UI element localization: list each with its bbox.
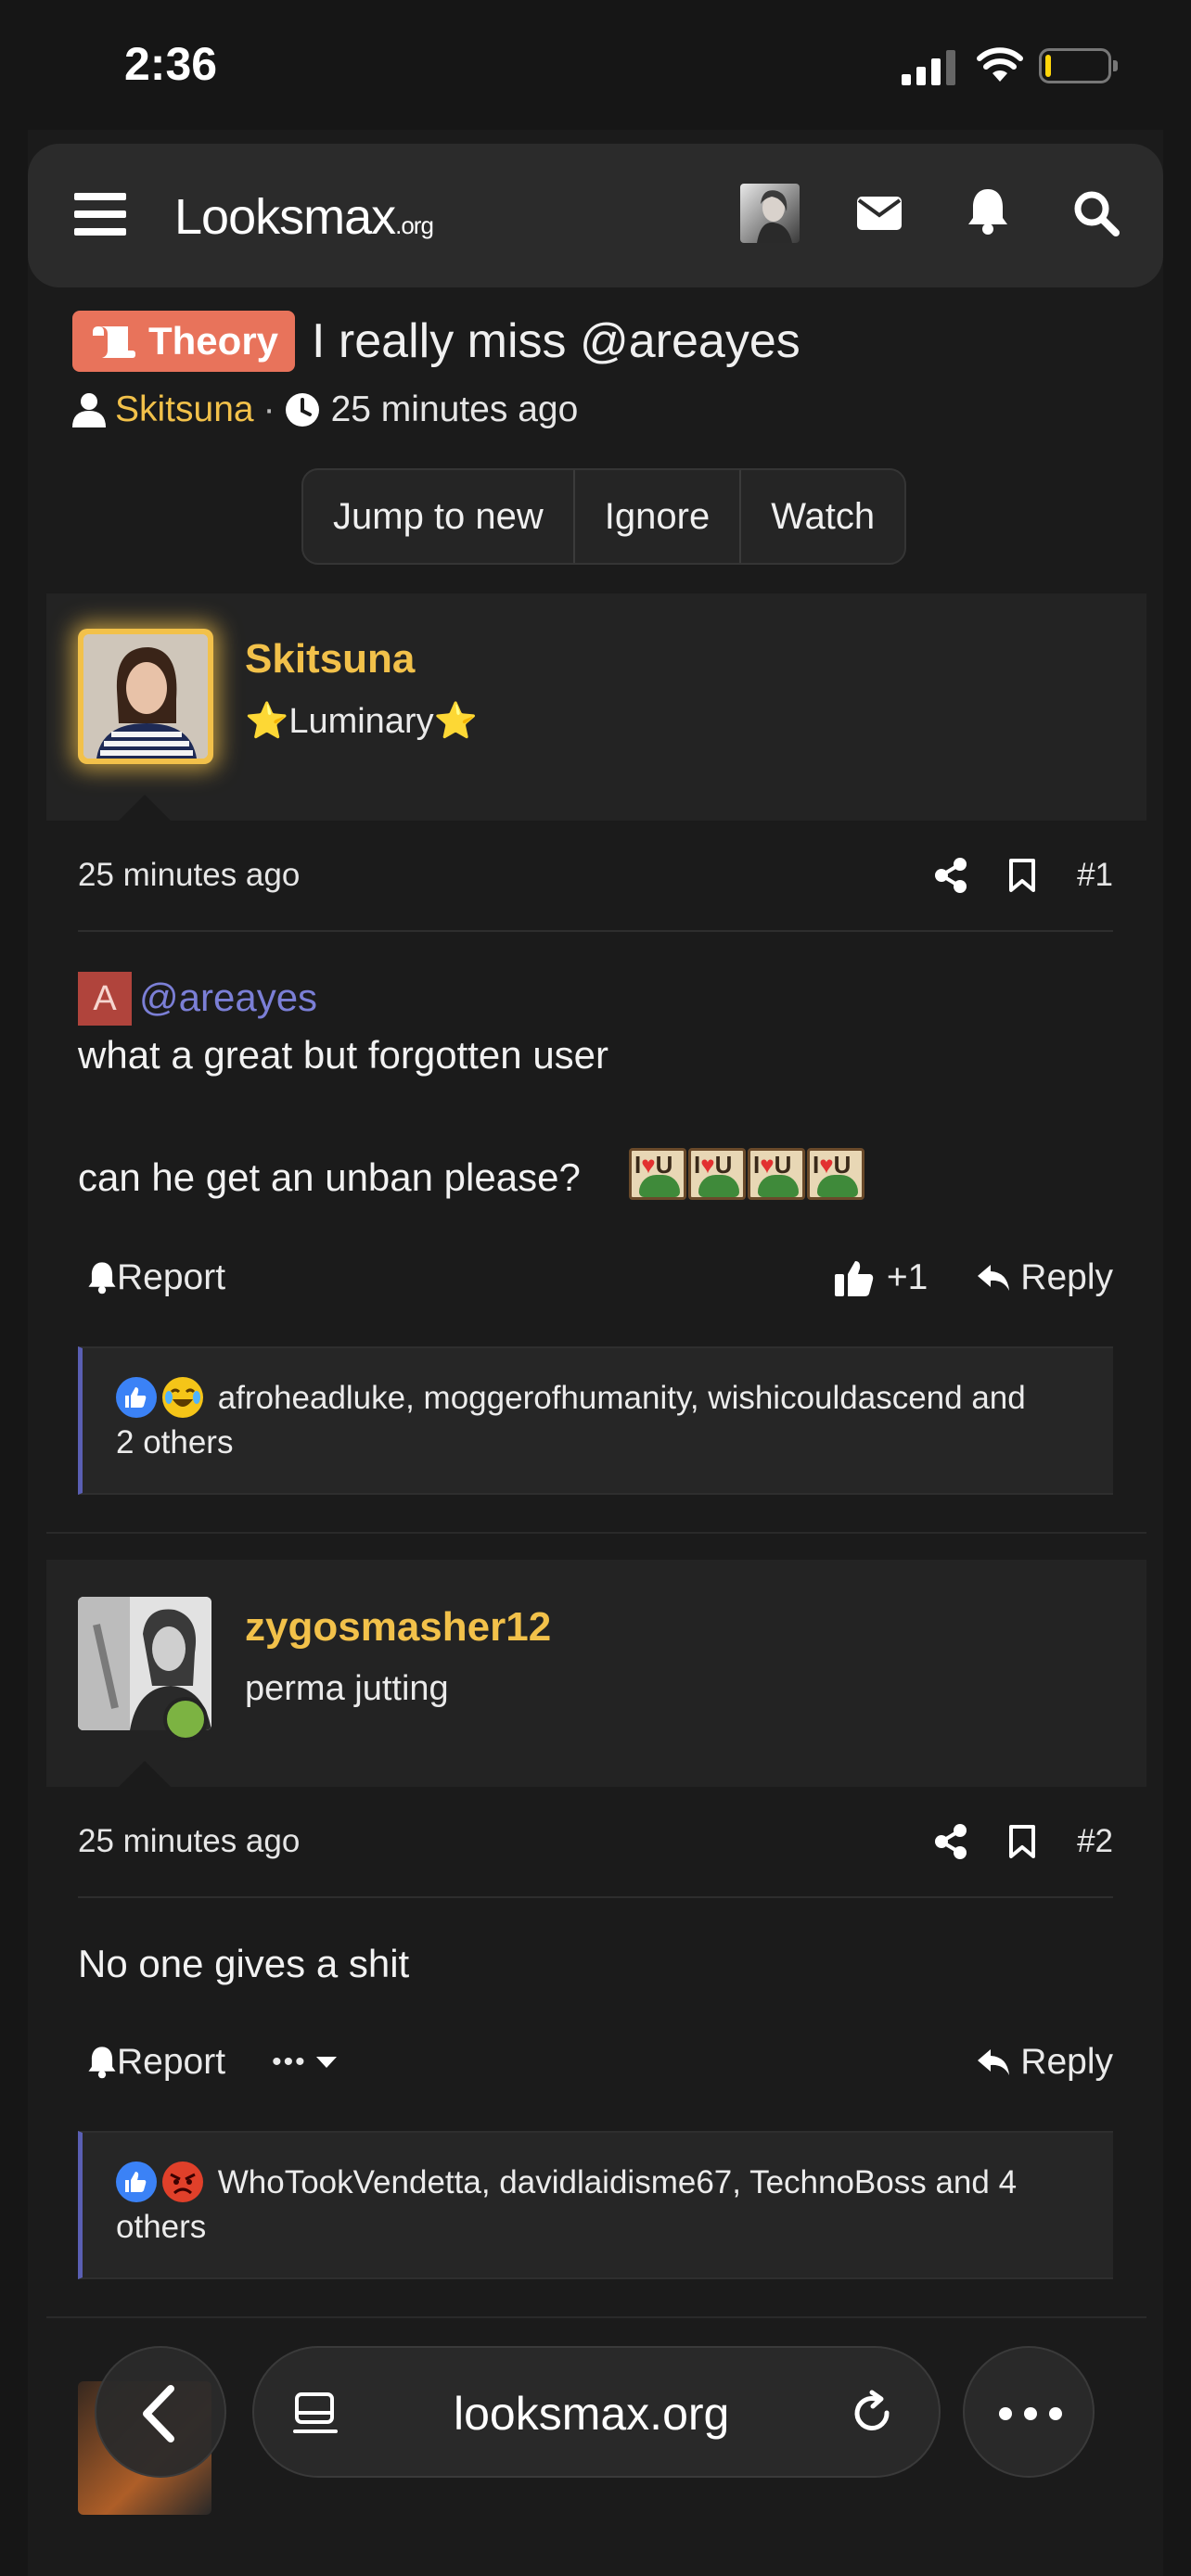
thumbs-up-icon bbox=[834, 1261, 874, 1296]
like-reaction-icon bbox=[116, 1377, 157, 1418]
reply-button[interactable]: Reply bbox=[976, 2042, 1113, 2083]
post-body-line: No one gives a shit bbox=[78, 1942, 410, 1985]
reactions-others: others bbox=[116, 2209, 207, 2245]
more-options-button[interactable]: ••• bbox=[272, 2047, 339, 2078]
logo-text: Looksmax bbox=[174, 189, 396, 245]
thread-author-link[interactable]: Skitsuna bbox=[115, 389, 254, 430]
post-number[interactable]: #1 bbox=[1077, 857, 1113, 894]
post-username[interactable]: zygosmasher12 bbox=[245, 1604, 551, 1651]
report-button[interactable]: Report bbox=[87, 2042, 225, 2083]
logo-tld: .org bbox=[395, 211, 434, 239]
i-love-you-emoji: I♥U bbox=[807, 1148, 864, 1200]
notifications-bell-icon[interactable] bbox=[967, 187, 1009, 236]
more-dots-icon bbox=[999, 2407, 1062, 2420]
i-love-you-emoji: I♥U bbox=[748, 1148, 805, 1200]
post-footer: Report ••• Reply bbox=[78, 2034, 1113, 2090]
thread-title: I really miss @areayes bbox=[312, 314, 800, 368]
reactions-bar[interactable]: WhoTookVendetta, davidlaidisme67, Techno… bbox=[78, 2131, 1113, 2279]
share-icon[interactable] bbox=[934, 1824, 967, 1859]
report-label: Report bbox=[117, 1257, 226, 1297]
angry-reaction-icon bbox=[162, 2162, 203, 2202]
post-footer: Report +1 Reply bbox=[78, 1250, 1113, 1306]
post-body-line: what a great but forgotten user bbox=[78, 1033, 609, 1077]
post-user-title: perma jutting bbox=[245, 1669, 449, 1708]
reactions-others: 2 others bbox=[116, 1424, 234, 1460]
post-body-line: can he get an unban please? bbox=[78, 1155, 581, 1199]
more-options-dots: ••• bbox=[272, 2047, 307, 2077]
meta-separator: · bbox=[263, 389, 275, 429]
post-notch bbox=[119, 795, 171, 821]
like-reaction-icon bbox=[116, 2162, 157, 2202]
i-love-you-emojis: I♥U I♥U I♥U I♥U bbox=[629, 1148, 866, 1200]
reload-icon[interactable] bbox=[848, 2389, 896, 2437]
watch-button[interactable]: Watch bbox=[741, 470, 904, 563]
report-button[interactable]: Report bbox=[87, 1257, 225, 1298]
post-divider bbox=[46, 2316, 1146, 2318]
status-clock: 2:36 bbox=[124, 38, 218, 90]
site-logo[interactable]: Looksmax.org bbox=[174, 188, 434, 246]
i-love-you-emoji: I♥U bbox=[629, 1148, 686, 1200]
post-time[interactable]: 25 minutes ago bbox=[78, 1823, 300, 1860]
battery-icon bbox=[1039, 48, 1118, 83]
post-meta-bar: 25 minutes ago #1 bbox=[78, 821, 1113, 932]
user-avatar[interactable] bbox=[740, 184, 800, 243]
bookmark-icon[interactable] bbox=[1008, 1824, 1036, 1859]
report-label: Report bbox=[117, 2042, 226, 2082]
chevron-left-icon bbox=[143, 2385, 174, 2442]
post-divider bbox=[46, 1532, 1146, 1534]
mention-avatar: A bbox=[78, 972, 132, 1026]
post-username[interactable]: Skitsuna bbox=[245, 636, 415, 682]
bookmark-icon[interactable] bbox=[1008, 858, 1036, 893]
clock-icon bbox=[285, 393, 319, 427]
thread-prefix-badge[interactable]: Theory bbox=[72, 311, 296, 372]
reply-icon bbox=[978, 1265, 1010, 1291]
reactions-users: afroheadluke, moggerofhumanity, wishicou… bbox=[217, 1380, 1026, 1416]
mention-link[interactable]: @areayes bbox=[139, 976, 317, 1020]
post-user-avatar[interactable] bbox=[83, 634, 208, 759]
thread-title-row: Theory I really miss @areayes bbox=[72, 311, 800, 372]
post-number[interactable]: #2 bbox=[1077, 1823, 1113, 1860]
online-status-indicator bbox=[163, 1697, 208, 1741]
like-button[interactable]: +1 bbox=[834, 1257, 928, 1298]
thread-time: 25 minutes ago bbox=[330, 389, 579, 429]
chevron-down-icon bbox=[315, 2057, 337, 2068]
hamburger-menu-icon[interactable] bbox=[74, 193, 126, 236]
browser-url: looksmax.org bbox=[454, 2388, 730, 2440]
reply-button[interactable]: Reply bbox=[976, 1257, 1113, 1298]
bell-icon bbox=[88, 1262, 116, 1294]
user-icon bbox=[72, 393, 106, 427]
post-notch bbox=[119, 1761, 171, 1787]
ignore-button[interactable]: Ignore bbox=[575, 470, 742, 563]
wifi-icon bbox=[977, 47, 1023, 82]
thread-meta: Skitsuna · 25 minutes ago bbox=[72, 389, 578, 430]
jump-to-new-button[interactable]: Jump to new bbox=[303, 470, 575, 563]
laughing-reaction-icon bbox=[162, 1377, 203, 1418]
share-icon[interactable] bbox=[934, 858, 967, 893]
post-user-title: ⭐Luminary⭐ bbox=[245, 702, 478, 741]
cellular-signal-icon bbox=[902, 50, 955, 85]
browser-url-bar[interactable]: looksmax.org bbox=[252, 2346, 941, 2478]
mail-icon[interactable] bbox=[857, 197, 902, 230]
thread-prefix-label: Theory bbox=[148, 319, 279, 363]
reply-label: Reply bbox=[1020, 1257, 1113, 1297]
post-meta-bar: 25 minutes ago #2 bbox=[78, 1787, 1113, 1898]
bell-icon bbox=[88, 2047, 116, 2079]
reply-icon bbox=[978, 2049, 1010, 2075]
post-time[interactable]: 25 minutes ago bbox=[78, 857, 300, 894]
page-menu-icon bbox=[293, 2392, 338, 2433]
like-count: +1 bbox=[886, 1257, 928, 1297]
browser-more-button[interactable] bbox=[963, 2346, 1095, 2478]
reactions-users: WhoTookVendetta, davidlaidisme67, Techno… bbox=[217, 2164, 1018, 2200]
scroll-icon bbox=[93, 326, 135, 358]
thread-action-buttons: Jump to new Ignore Watch bbox=[301, 468, 907, 565]
reactions-bar[interactable]: afroheadluke, moggerofhumanity, wishicou… bbox=[78, 1346, 1113, 1495]
i-love-you-emoji: I♥U bbox=[688, 1148, 746, 1200]
search-icon[interactable] bbox=[1072, 189, 1121, 237]
reply-label: Reply bbox=[1020, 2042, 1113, 2082]
browser-back-button[interactable] bbox=[95, 2346, 226, 2478]
